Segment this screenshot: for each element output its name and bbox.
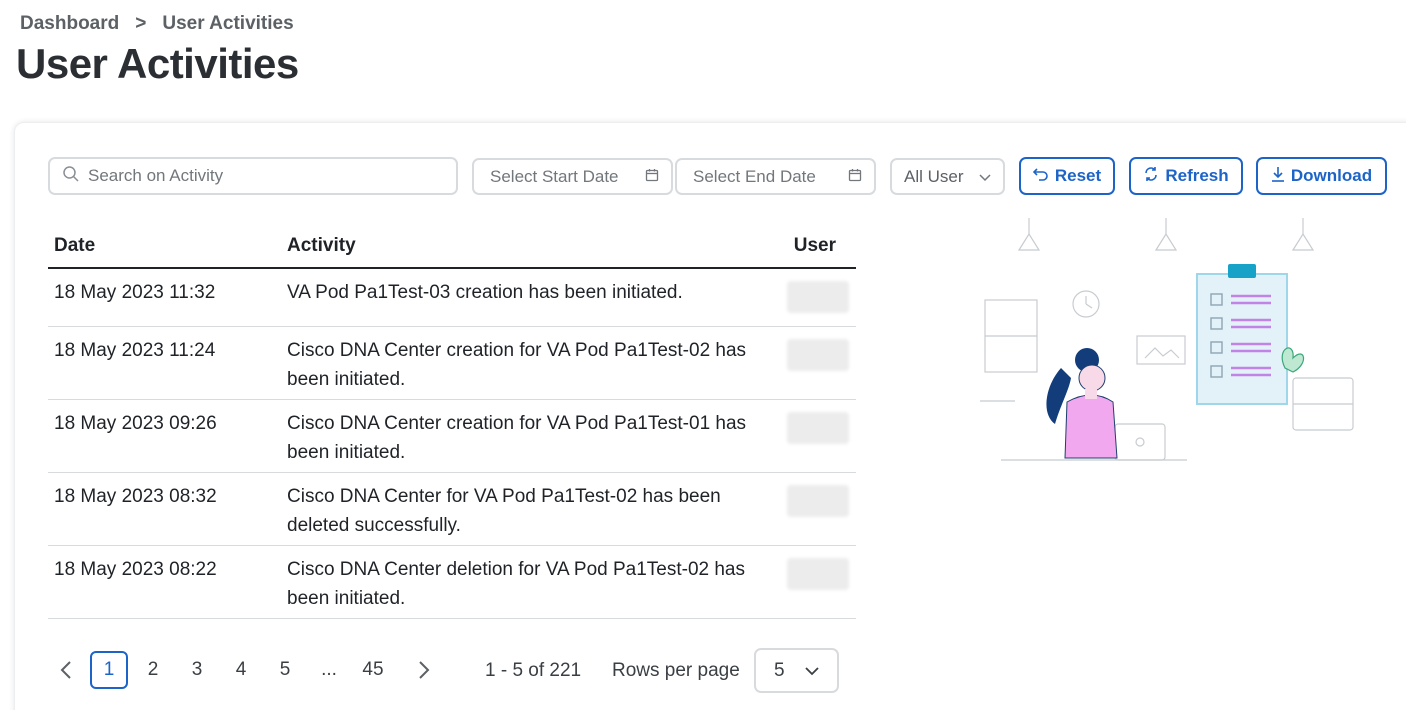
table-header: Date Activity User bbox=[48, 225, 856, 269]
table-row[interactable]: 18 May 2023 08:22 Cisco DNA Center delet… bbox=[48, 546, 856, 619]
calendar-icon bbox=[645, 167, 659, 187]
download-label: Download bbox=[1290, 166, 1373, 185]
row-activity: Cisco DNA Center creation for VA Pod Pa1… bbox=[287, 340, 747, 390]
row-activity: Cisco DNA Center for VA Pod Pa1Test-02 h… bbox=[287, 486, 721, 536]
page-button-3[interactable]: 3 bbox=[178, 651, 216, 689]
redacted-user bbox=[787, 412, 849, 444]
search-icon bbox=[62, 165, 80, 188]
page-title: User Activities bbox=[16, 40, 299, 87]
table-row[interactable]: 18 May 2023 08:32 Cisco DNA Center for V… bbox=[48, 473, 856, 546]
pagination: 1 2 3 4 5 ... 45 bbox=[54, 648, 436, 692]
end-date-picker[interactable]: Select End Date bbox=[675, 158, 876, 195]
calendar-icon bbox=[848, 167, 862, 187]
redacted-user bbox=[787, 485, 849, 517]
download-icon bbox=[1271, 166, 1285, 187]
start-date-picker[interactable]: Select Start Date bbox=[472, 158, 673, 195]
page-button-2[interactable]: 2 bbox=[134, 651, 172, 689]
row-user bbox=[781, 473, 856, 545]
refresh-icon bbox=[1143, 166, 1159, 187]
user-column-header[interactable]: User bbox=[781, 235, 856, 257]
download-button[interactable]: Download bbox=[1256, 157, 1387, 195]
row-activity: Cisco DNA Center creation for VA Pod Pa1… bbox=[287, 413, 747, 463]
page-button-1[interactable]: 1 bbox=[90, 651, 128, 689]
page-ellipsis: ... bbox=[321, 659, 337, 680]
page-button-4[interactable]: 4 bbox=[222, 651, 260, 689]
refresh-label: Refresh bbox=[1165, 166, 1229, 185]
user-filter-select[interactable]: All User bbox=[890, 158, 1005, 195]
row-activity: VA Pod Pa1Test-03 creation has been init… bbox=[287, 282, 683, 303]
breadcrumb-dashboard-link[interactable]: Dashboard bbox=[20, 13, 119, 35]
row-date: 18 May 2023 11:24 bbox=[54, 340, 216, 361]
row-date: 18 May 2023 11:32 bbox=[54, 282, 216, 303]
redacted-user bbox=[787, 281, 849, 313]
row-activity: Cisco DNA Center deletion for VA Pod Pa1… bbox=[287, 559, 746, 609]
redacted-user bbox=[787, 558, 849, 590]
chevron-down-icon bbox=[805, 660, 819, 682]
row-date: 18 May 2023 08:22 bbox=[54, 559, 217, 580]
reset-icon bbox=[1032, 166, 1049, 186]
refresh-button[interactable]: Refresh bbox=[1129, 157, 1243, 195]
chevron-right-icon[interactable] bbox=[412, 660, 436, 680]
reset-button[interactable]: Reset bbox=[1019, 157, 1115, 195]
end-date-placeholder: Select End Date bbox=[693, 166, 816, 186]
chevron-down-icon bbox=[979, 167, 991, 187]
activity-column-header[interactable]: Activity bbox=[281, 235, 781, 257]
start-date-placeholder: Select Start Date bbox=[490, 166, 619, 186]
rows-per-page-label: Rows per page bbox=[612, 660, 740, 681]
search-input[interactable] bbox=[88, 166, 428, 186]
row-date: 18 May 2023 09:26 bbox=[54, 413, 217, 434]
search-box[interactable] bbox=[48, 157, 458, 195]
chevron-left-icon[interactable] bbox=[54, 660, 78, 680]
row-user bbox=[781, 400, 856, 472]
table-row[interactable]: 18 May 2023 11:24 Cisco DNA Center creat… bbox=[48, 327, 856, 400]
row-user bbox=[781, 269, 856, 326]
table-row[interactable]: 18 May 2023 11:32 VA Pod Pa1Test-03 crea… bbox=[48, 269, 856, 327]
activity-illustration bbox=[980, 218, 1354, 461]
table-row[interactable]: 18 May 2023 09:26 Cisco DNA Center creat… bbox=[48, 400, 856, 473]
user-filter-value: All User bbox=[904, 166, 964, 186]
rows-per-page-select[interactable]: 5 bbox=[754, 648, 839, 693]
date-column-header[interactable]: Date bbox=[48, 235, 281, 257]
row-user bbox=[781, 327, 856, 399]
reset-label: Reset bbox=[1054, 166, 1102, 185]
breadcrumb-separator: > bbox=[135, 13, 147, 34]
redacted-user bbox=[787, 339, 849, 371]
breadcrumb: Dashboard > User Activities bbox=[20, 13, 294, 35]
pagination-range: 1 - 5 of 221 bbox=[485, 660, 582, 681]
row-user bbox=[781, 546, 856, 618]
breadcrumb-current: User Activities bbox=[162, 13, 294, 34]
page-button-5[interactable]: 5 bbox=[266, 651, 304, 689]
activities-table: Date Activity User 18 May 2023 11:32 VA … bbox=[48, 225, 856, 619]
rows-per-page-value: 5 bbox=[774, 659, 785, 681]
row-date: 18 May 2023 08:32 bbox=[54, 486, 217, 507]
page-button-45[interactable]: 45 bbox=[354, 651, 392, 689]
